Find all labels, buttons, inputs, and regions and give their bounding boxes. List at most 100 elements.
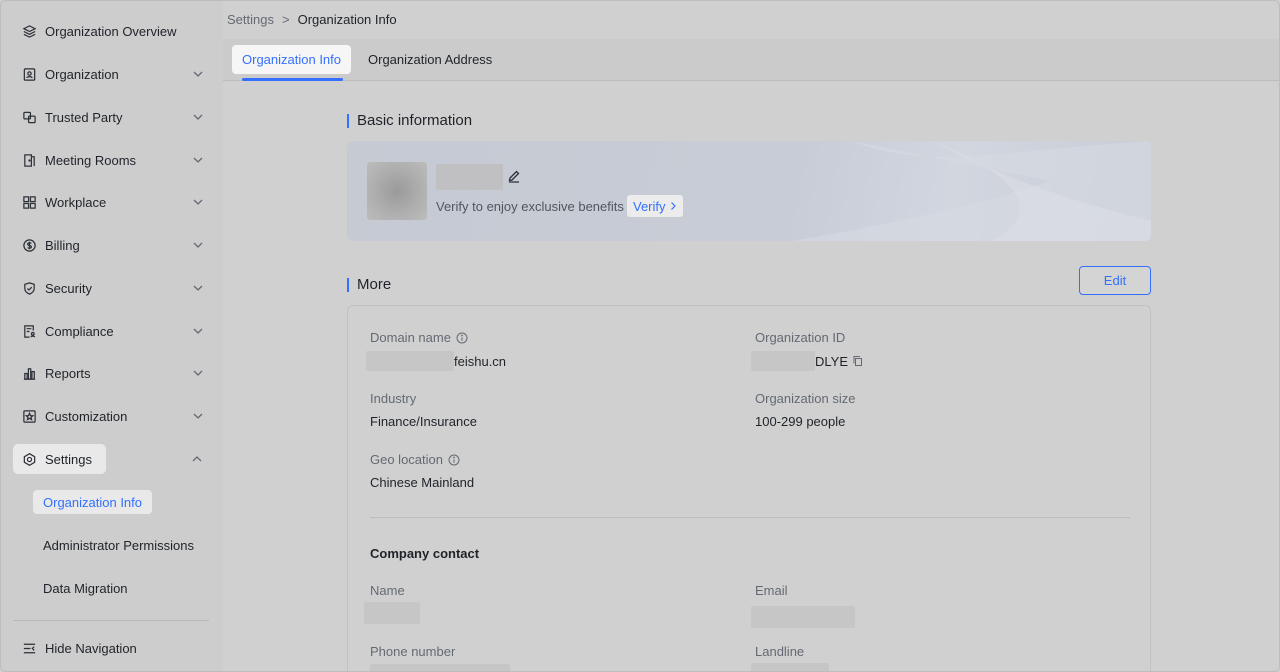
landline-redacted: [751, 663, 829, 671]
sidebar-item-label: Billing: [45, 237, 80, 253]
chevron-up-icon[interactable]: [190, 452, 204, 466]
organization-id-label: Organization ID: [755, 330, 846, 345]
chevron-down-icon: [193, 328, 203, 334]
organization-avatar[interactable]: [367, 162, 427, 220]
sidebar-item-label: Security: [45, 280, 92, 296]
main-content: Settings > Organization Info Organizatio…: [223, 1, 1279, 671]
geo-location-label: Geo location: [370, 452, 460, 467]
chevron-down-icon: [193, 370, 203, 376]
contact-name-label: Name: [370, 583, 405, 598]
domain-name-value: feishu.cn: [366, 351, 506, 371]
verify-button[interactable]: Verify: [627, 195, 683, 217]
sidebar-item-label: Compliance: [45, 323, 114, 339]
sidebar-item-label: Customization: [45, 408, 128, 424]
active-tab-indicator: [242, 78, 343, 81]
star-box-icon: [21, 408, 37, 424]
domain-name-label: Domain name: [370, 330, 468, 345]
sidebar-item-settings[interactable]: Settings: [13, 444, 106, 474]
layers-icon: [21, 23, 37, 39]
collapse-menu-icon: [21, 640, 37, 656]
link-squares-icon: [21, 109, 37, 125]
sidebar-divider: [13, 620, 209, 621]
sidebar-item-label: Organization: [45, 66, 119, 82]
document-person-icon: [21, 323, 37, 339]
contact-email-redacted: [751, 606, 855, 628]
sidebar-item-compliance[interactable]: Compliance: [13, 316, 211, 346]
info-icon[interactable]: [456, 332, 468, 344]
landline-value: [751, 663, 829, 671]
chevron-down-icon: [193, 71, 203, 77]
breadcrumb-separator: >: [281, 12, 290, 27]
more-info-card: Domain name feishu.cn Organization ID DL…: [347, 305, 1151, 671]
chevron-down-icon: [193, 413, 203, 419]
gear-hexagon-icon: [21, 451, 37, 467]
section-divider: [370, 517, 1130, 518]
verify-button-label: Verify: [633, 198, 666, 214]
sidebar-item-label: Trusted Party: [45, 109, 123, 125]
domain-suffix-text: feishu.cn: [454, 353, 507, 369]
organization-id-value: DLYE: [751, 351, 864, 371]
contact-name-value: [364, 602, 420, 624]
phone-number-redacted: [370, 664, 510, 671]
sidebar-item-label: Workplace: [45, 194, 107, 210]
breadcrumb-settings-link[interactable]: Settings: [227, 12, 274, 27]
basic-information-title: Basic information: [347, 112, 472, 129]
app-window: Organization Overview Organization Trust…: [0, 0, 1280, 672]
sidebar-item-organization[interactable]: Organization: [13, 59, 211, 89]
edit-button[interactable]: Edit: [1079, 266, 1151, 295]
tab-bar: Organization Info Organization Address: [223, 39, 1279, 81]
landline-label: Landline: [755, 644, 805, 659]
pencil-icon[interactable]: [507, 169, 521, 183]
domain-name-label-text: Domain name: [370, 330, 451, 345]
basic-info-card: Verify to enjoy exclusive benefits Verif…: [347, 141, 1151, 241]
industry-value: Finance/Insurance: [370, 414, 477, 429]
company-contact-heading: Company contact: [370, 546, 480, 561]
organization-id-text: DLYE: [815, 353, 848, 369]
sidebar-item-billing[interactable]: Billing: [13, 230, 211, 260]
sidebar-item-customization[interactable]: Customization: [13, 401, 211, 431]
hide-navigation-label: Hide Navigation: [45, 640, 137, 656]
more-section-title: More: [347, 276, 391, 293]
industry-label: Industry: [370, 391, 417, 406]
sidebar: Organization Overview Organization Trust…: [1, 1, 223, 671]
sidebar-item-reports[interactable]: Reports: [13, 358, 211, 388]
phone-number-label: Phone number: [370, 644, 456, 659]
contact-book-icon: [21, 66, 37, 82]
sidebar-item-label: Reports: [45, 365, 91, 381]
chevron-down-icon: [193, 199, 203, 205]
sidebar-subitem-data-migration[interactable]: Data Migration: [33, 576, 138, 600]
organization-name-redacted: [436, 164, 503, 190]
contact-name-redacted: [364, 602, 420, 624]
organization-id-redacted: [751, 351, 815, 371]
organization-size-value: 100-299 people: [755, 414, 846, 429]
organization-size-label: Organization size: [755, 391, 856, 406]
sidebar-item-security[interactable]: Security: [13, 273, 211, 303]
tab-organization-address[interactable]: Organization Address: [358, 45, 502, 74]
sidebar-item-trusted-party[interactable]: Trusted Party: [13, 102, 211, 132]
decorative-wave: [791, 141, 1151, 241]
chevron-down-icon: [193, 285, 203, 291]
sidebar-subitem-organization-info[interactable]: Organization Info: [33, 490, 153, 514]
shield-icon: [21, 280, 37, 296]
tab-organization-info[interactable]: Organization Info: [232, 45, 352, 74]
sidebar-item-label: Meeting Rooms: [45, 152, 137, 168]
contact-email-label: Email: [755, 583, 788, 598]
chevron-down-icon: [193, 157, 203, 163]
sidebar-item-workplace[interactable]: Workplace: [13, 187, 211, 217]
breadcrumb-current: Organization Info: [297, 12, 397, 27]
info-icon[interactable]: [448, 454, 460, 466]
verify-hint-text: Verify to enjoy exclusive benefits: [436, 199, 624, 214]
sidebar-item-organization-overview[interactable]: Organization Overview: [13, 16, 211, 46]
bar-chart-icon: [21, 365, 37, 381]
chevron-right-icon: [670, 202, 676, 210]
copy-icon[interactable]: [852, 355, 864, 367]
sidebar-subitem-administrator-permissions[interactable]: Administrator Permissions: [33, 533, 204, 557]
domain-prefix-redacted: [366, 351, 454, 371]
door-icon: [21, 152, 37, 168]
sidebar-item-label: Organization Overview: [45, 23, 177, 39]
sidebar-item-meeting-rooms[interactable]: Meeting Rooms: [13, 145, 211, 175]
grid-icon: [21, 194, 37, 210]
sidebar-item-label: Settings: [45, 451, 92, 467]
phone-number-value: [370, 664, 510, 671]
hide-navigation-button[interactable]: Hide Navigation: [13, 633, 211, 663]
